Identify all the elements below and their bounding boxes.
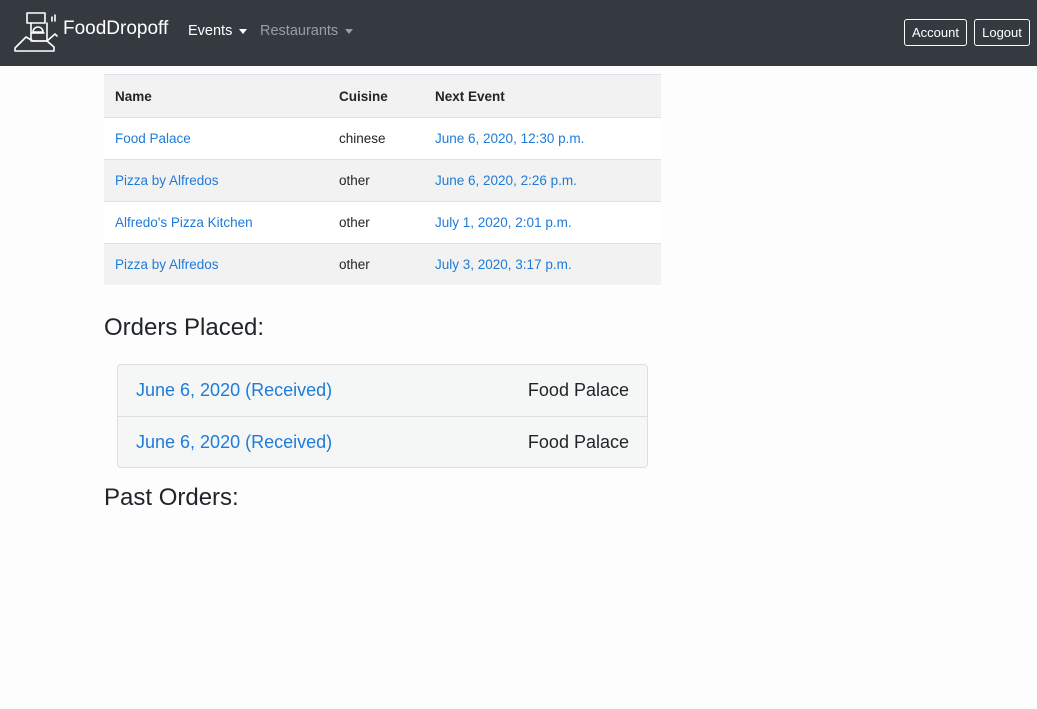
cell-next-event: July 1, 2020, 2:01 p.m. <box>424 201 661 244</box>
cell-cuisine: chinese <box>328 117 424 160</box>
table-row: Pizza by Alfredos other June 6, 2020, 2:… <box>104 159 661 202</box>
past-orders-heading: Past Orders: <box>104 484 239 511</box>
cell-cuisine: other <box>328 243 424 285</box>
table-row: Pizza by Alfredos other July 3, 2020, 3:… <box>104 243 661 285</box>
list-item: June 6, 2020 (Received) Food Palace <box>118 365 647 416</box>
header-cuisine: Cuisine <box>328 74 424 118</box>
order-link[interactable]: June 6, 2020 (Received) <box>136 432 332 453</box>
cell-cuisine: other <box>328 201 424 244</box>
header-name: Name <box>104 74 328 118</box>
event-link[interactable]: July 1, 2020, 2:01 p.m. <box>435 215 572 230</box>
cell-next-event: June 6, 2020, 2:26 p.m. <box>424 159 661 202</box>
restaurant-link[interactable]: Pizza by Alfredos <box>115 173 219 188</box>
cell-name: Pizza by Alfredos <box>104 243 328 285</box>
caret-down-icon <box>239 28 248 34</box>
list-item: June 6, 2020 (Received) Food Palace <box>118 416 647 467</box>
restaurants-table: Name Cuisine Next Event Food Palace chin… <box>104 74 661 285</box>
caret-down-icon <box>345 28 354 34</box>
orders-placed-heading: Orders Placed: <box>104 314 265 341</box>
event-link[interactable]: June 6, 2020, 12:30 p.m. <box>435 131 584 146</box>
header-next-event: Next Event <box>424 74 661 118</box>
table-header-row: Name Cuisine Next Event <box>104 74 661 118</box>
brand-link[interactable]: FoodDropoff <box>12 9 168 57</box>
cell-next-event: July 3, 2020, 3:17 p.m. <box>424 243 661 285</box>
event-link[interactable]: July 3, 2020, 3:17 p.m. <box>435 257 572 272</box>
nav-events-label: Events <box>188 23 233 39</box>
restaurant-link[interactable]: Food Palace <box>115 131 191 146</box>
event-link[interactable]: June 6, 2020, 2:26 p.m. <box>435 173 577 188</box>
navbar: FoodDropoff Events Restaurants Account L… <box>0 0 1037 66</box>
nav-events-dropdown[interactable]: Events <box>188 23 248 39</box>
restaurant-link[interactable]: Alfredo's Pizza Kitchen <box>115 215 253 230</box>
account-button[interactable]: Account <box>904 19 967 46</box>
cell-name: Food Palace <box>104 117 328 160</box>
cell-name: Alfredo's Pizza Kitchen <box>104 201 328 244</box>
nav-restaurants-label: Restaurants <box>260 23 339 39</box>
table-row: Food Palace chinese June 6, 2020, 12:30 … <box>104 117 661 160</box>
table-row: Alfredo's Pizza Kitchen other July 1, 20… <box>104 201 661 244</box>
nav-restaurants-dropdown[interactable]: Restaurants <box>260 23 354 39</box>
order-link[interactable]: June 6, 2020 (Received) <box>136 380 332 401</box>
orders-placed-list: June 6, 2020 (Received) Food Palace June… <box>117 364 648 468</box>
cell-name: Pizza by Alfredos <box>104 159 328 202</box>
order-restaurant: Food Palace <box>527 431 629 452</box>
cell-next-event: June 6, 2020, 12:30 p.m. <box>424 117 661 160</box>
cell-cuisine: other <box>328 159 424 202</box>
brand-logo-icon <box>14 12 58 52</box>
brand-name: FoodDropoff <box>63 18 169 39</box>
restaurant-link[interactable]: Pizza by Alfredos <box>115 257 219 272</box>
order-restaurant: Food Palace <box>527 380 629 400</box>
logout-button[interactable]: Logout <box>974 19 1030 46</box>
